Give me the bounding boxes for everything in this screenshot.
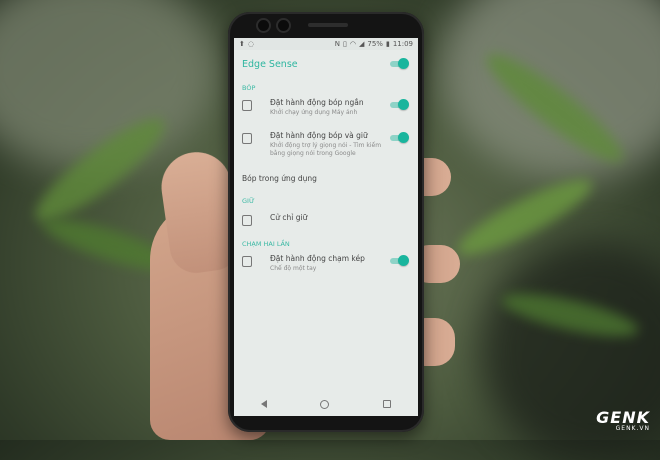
toggle-knob [398,99,409,110]
earpiece-speaker [308,23,348,27]
squeeze-hold-phone-icon [242,133,252,144]
setting-title: Đặt hành động bóp ngắn [270,98,364,107]
setting-short-squeeze[interactable]: Đặt hành động bóp ngắn Khởi chạy ứng dụn… [234,94,418,121]
sync-icon: ◌ [247,40,254,48]
hold-phone-icon [242,215,252,226]
setting-hold-gesture[interactable]: Cử chỉ giữ [234,209,418,230]
section-header-squeeze: BÓP [242,84,256,92]
setting-title: Cử chỉ giữ [270,213,308,222]
setting-title: Đặt hành động chạm kép [270,254,365,263]
watermark: GENK GENK.VN [596,408,650,432]
short-squeeze-toggle[interactable] [390,99,409,110]
edge-sense-master-toggle[interactable] [390,58,409,69]
navigation-bar [234,392,418,416]
setting-title: Đặt hành động bóp và giữ [270,131,368,140]
page-title: Edge Sense [242,58,298,70]
nfc-icon: N [334,40,341,48]
phone-screen: ⬆ ◌ N ▯ ◠ ◢ 75% ▮ 11:09 Edge Sense BÓP Đ… [234,38,418,416]
home-icon[interactable] [320,399,330,409]
vibrate-icon: ▯ [343,40,347,48]
wifi-icon: ◠ [349,40,356,48]
upload-icon: ⬆ [239,40,245,48]
toggle-knob [398,132,409,143]
squeeze-phone-icon [242,100,252,111]
double-tap-toggle[interactable] [390,255,409,266]
clock: 11:09 [392,40,413,48]
front-camera-2 [278,20,289,31]
setting-subtitle: Khởi động trợ lý giọng nói - Tìm kiếm bằ… [270,142,382,157]
phone: ⬆ ◌ N ▯ ◠ ◢ 75% ▮ 11:09 Edge Sense BÓP Đ… [228,12,424,432]
toggle-knob [398,58,409,69]
app-bar: Edge Sense [234,50,418,78]
setting-squeeze-hold[interactable]: Đặt hành động bóp và giữ Khởi động trợ l… [234,127,418,162]
signal-icon: ◢ [359,40,365,48]
back-icon[interactable] [260,400,267,408]
section-header-hold: GIỮ [242,197,255,205]
squeeze-hold-toggle[interactable] [390,132,409,143]
section-header-double-tap: CHẠM HAI LẦN [242,240,290,248]
setting-in-app-squeeze[interactable]: Bóp trong ứng dụng [234,168,418,189]
battery-icon: ▮ [385,40,390,48]
setting-subtitle: Khởi chạy ứng dụng Máy ảnh [270,109,358,116]
front-camera-1 [258,20,269,31]
setting-double-tap[interactable]: Đặt hành động chạm kép Chế độ một tay [234,250,418,277]
double-tap-phone-icon [242,256,252,267]
toggle-knob [398,255,409,266]
recents-icon[interactable] [383,400,392,408]
battery-percent: 75% [367,40,383,48]
status-bar: ⬆ ◌ N ▯ ◠ ◢ 75% ▮ 11:09 [234,38,418,50]
setting-subtitle: Chế độ một tay [270,265,317,272]
